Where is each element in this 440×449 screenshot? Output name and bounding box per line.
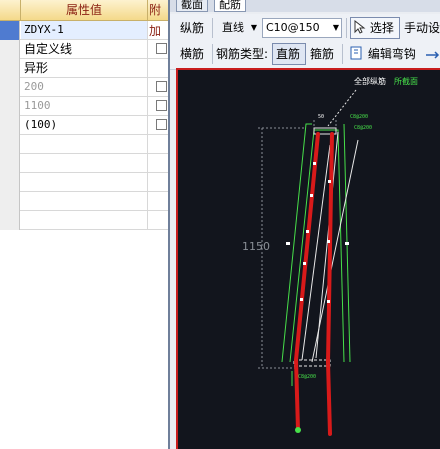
- line-type-select[interactable]: 直线 ▼: [218, 18, 260, 38]
- grid-row[interactable]: (100): [0, 116, 168, 135]
- row-header[interactable]: [0, 192, 20, 211]
- line-type-value: 直线: [222, 21, 244, 34]
- rebar-right: [325, 132, 334, 436]
- property-value-cell[interactable]: 异形: [21, 59, 148, 77]
- annotation-spec-2: C8@200: [354, 125, 372, 131]
- grid-row[interactable]: 200: [0, 78, 168, 97]
- annotation-spec-1: C8@200: [350, 114, 368, 120]
- select-button[interactable]: 选择: [350, 17, 400, 39]
- separator: [212, 18, 213, 38]
- property-value-cell[interactable]: [21, 154, 148, 172]
- property-value-cell[interactable]: 自定义线: [21, 40, 148, 58]
- annotation-bottom-spec: C8@200: [298, 374, 316, 380]
- grid-row[interactable]: [0, 173, 168, 192]
- rebar-panel: 截面 配筋 纵筋 直线 ▼ C10@150 ▼ 选择 手动设 横筋 钢筋类型: …: [168, 0, 440, 449]
- transverse-label: 横筋: [180, 47, 205, 61]
- edit-hook-label: 编辑弯钩: [367, 47, 416, 61]
- rebar-end-marker: [295, 427, 301, 433]
- row-header[interactable]: [0, 21, 20, 40]
- separator: [342, 44, 343, 64]
- grid-row[interactable]: [0, 135, 168, 154]
- stirrup-option[interactable]: 箍筋: [310, 44, 334, 64]
- grid-row[interactable]: [0, 154, 168, 173]
- row-header[interactable]: [0, 211, 20, 230]
- longitudinal-label: 纵筋: [180, 21, 205, 35]
- chevron-down-icon: ▼: [250, 23, 257, 32]
- grid-corner-header: [0, 0, 21, 21]
- grid-row[interactable]: 异形: [0, 59, 168, 78]
- property-value-cell[interactable]: [21, 135, 148, 153]
- extra-checkbox[interactable]: [156, 119, 167, 130]
- edit-hook-icon: [350, 46, 362, 60]
- drawing-canvas[interactable]: 1150 全部纵筋 所截面 50 C8@200 C8@200 C8@200: [176, 68, 440, 449]
- property-value-cell[interactable]: 1100: [21, 97, 148, 115]
- extend-line-icon[interactable]: [426, 48, 440, 62]
- cursor-arrow-icon: [354, 19, 366, 34]
- property-value-cell[interactable]: [21, 173, 148, 191]
- row-header[interactable]: [0, 78, 20, 97]
- chevron-down-icon: ▼: [332, 23, 339, 32]
- rebar-type-label: 钢筋类型:: [216, 47, 269, 61]
- rebar-drawing: 1150 全部纵筋 所截面 50 C8@200 C8@200 C8@200: [242, 76, 418, 436]
- tab-section[interactable]: 截面: [176, 0, 208, 12]
- property-value-cell[interactable]: ZDYX-1: [21, 21, 148, 39]
- grid-row[interactable]: [0, 211, 168, 230]
- tab-bar: 截面 配筋: [170, 0, 440, 12]
- extra-checkbox[interactable]: [156, 43, 167, 54]
- property-value-cell[interactable]: (100): [21, 116, 148, 134]
- property-value-cell[interactable]: [21, 211, 148, 229]
- row-header[interactable]: [0, 135, 20, 154]
- rebar-spec-select[interactable]: C10@150 ▼: [262, 18, 342, 38]
- extra-checkbox[interactable]: [156, 81, 167, 92]
- edit-hook-button[interactable]: 编辑弯钩: [346, 43, 422, 65]
- manual-set-label[interactable]: 手动设: [404, 18, 440, 38]
- column-header-value[interactable]: 属性值: [21, 0, 148, 21]
- column-header-extra[interactable]: 附加: [148, 0, 168, 38]
- extra-checkbox[interactable]: [156, 100, 167, 111]
- row-header[interactable]: [0, 154, 20, 173]
- toolbar-transverse: 横筋 钢筋类型: 直筋 箍筋 编辑弯钩: [170, 40, 440, 70]
- separator: [346, 18, 347, 38]
- select-button-label: 选择: [369, 21, 394, 35]
- straight-bar-button[interactable]: 直筋: [272, 43, 306, 65]
- grid-row[interactable]: [0, 192, 168, 211]
- annotation-section: 所截面: [394, 76, 418, 86]
- dimension-label: 1150: [242, 240, 270, 253]
- rebar-spec-value: C10@150: [266, 21, 320, 34]
- rebar-main: [293, 132, 334, 436]
- annotation-top-dim: 50: [318, 114, 324, 120]
- grid-row[interactable]: 自定义线: [0, 40, 168, 59]
- row-header[interactable]: [0, 59, 20, 78]
- row-header[interactable]: [0, 40, 20, 59]
- row-header[interactable]: [0, 173, 20, 192]
- property-grid: 属性值 附加 ZDYX-1 自定义线 异形 200 1100 (100): [0, 0, 168, 449]
- separator: [212, 44, 213, 64]
- annotation-all-bars: 全部纵筋: [354, 76, 386, 86]
- row-header[interactable]: [0, 97, 20, 116]
- tab-rebar[interactable]: 配筋: [214, 0, 246, 12]
- grid-row[interactable]: ZDYX-1: [0, 21, 168, 40]
- grid-row[interactable]: 1100: [0, 97, 168, 116]
- row-header[interactable]: [0, 116, 20, 135]
- rebar-left: [293, 132, 320, 432]
- property-value-cell[interactable]: 200: [21, 78, 148, 96]
- property-value-cell[interactable]: [21, 192, 148, 210]
